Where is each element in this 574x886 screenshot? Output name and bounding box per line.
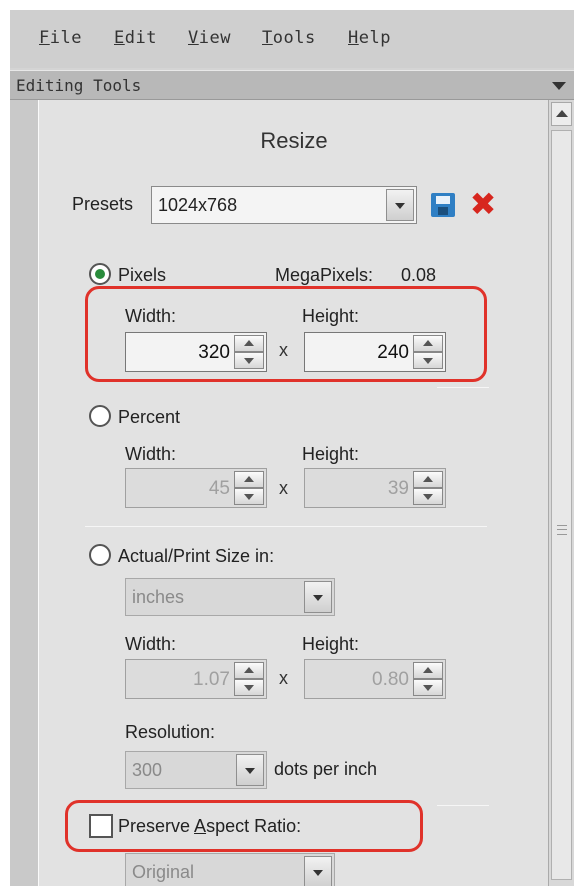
actual-width-label: Width: (125, 634, 177, 654)
left-gutter (10, 100, 38, 886)
unit-dropdown[interactable]: inches (125, 578, 335, 616)
chevron-down-icon[interactable] (304, 856, 332, 886)
aspect-mode-dropdown[interactable]: Original (125, 853, 335, 886)
resolution-value: 300 (132, 760, 163, 780)
presets-label: Presets (72, 194, 134, 214)
triangle-down-icon[interactable] (552, 82, 566, 90)
spin-up-icon[interactable] (413, 662, 443, 679)
separator (437, 805, 489, 806)
chevron-down-icon[interactable] (236, 754, 264, 786)
percent-height-label: Height: (302, 444, 360, 464)
panel-title: Editing Tools (16, 76, 142, 95)
spin-down-icon[interactable] (413, 352, 443, 369)
pixels-height-label: Height: (302, 306, 360, 326)
floppy-disk-icon[interactable] (431, 193, 455, 217)
resolution-dropdown[interactable]: 300 (125, 751, 267, 789)
pixels-height-value: 240 (377, 342, 409, 363)
megapixels-label: MegaPixels: (275, 265, 374, 285)
actual-width-value: 1.07 (193, 669, 230, 690)
actual-times: x (279, 668, 288, 688)
menu-file[interactable]: File (39, 28, 82, 48)
grip-icon (557, 525, 567, 535)
spin-down-icon[interactable] (413, 679, 443, 696)
presets-dropdown[interactable]: 1024x768 (151, 186, 417, 224)
app-window: File Edit View Tools Help Editing Tools … (10, 10, 574, 886)
spin-down-icon[interactable] (413, 488, 443, 505)
spin-down-icon[interactable] (234, 488, 264, 505)
spin-down-icon[interactable] (234, 679, 264, 696)
megapixels-value: 0.08 (401, 265, 437, 285)
percent-width-label: Width: (125, 444, 177, 464)
percent-height-stepper[interactable]: 39 (304, 468, 446, 508)
actual-height-value: 0.80 (372, 669, 409, 690)
actual-size-label: Actual/Print Size in: (118, 546, 275, 566)
scroll-thumb[interactable] (551, 130, 572, 880)
pixels-times: x (279, 340, 288, 360)
resolution-unit-label: dots per inch (274, 759, 378, 779)
delete-icon[interactable]: ✖ (469, 188, 497, 220)
spin-up-icon[interactable] (234, 471, 264, 488)
menu-view[interactable]: View (188, 28, 231, 48)
spin-up-icon[interactable] (234, 662, 264, 679)
pixels-label: Pixels (118, 265, 167, 285)
unit-value: inches (132, 587, 185, 607)
resize-panel: Resize Presets 1024x768 ✖ Pixels MegaPix… (38, 100, 548, 886)
spin-up-icon[interactable] (234, 335, 264, 352)
separator (85, 526, 487, 527)
preserve-aspect-label: Preserve Aspect Ratio: (118, 816, 302, 836)
percent-width-stepper[interactable]: 45 (125, 468, 267, 508)
actual-height-label: Height: (302, 634, 360, 654)
spin-down-icon[interactable] (234, 352, 264, 369)
actual-height-stepper[interactable]: 0.80 (304, 659, 446, 699)
presets-value: 1024x768 (158, 195, 238, 215)
pixels-radio[interactable] (89, 263, 111, 285)
percent-radio[interactable] (89, 405, 111, 427)
separator (437, 387, 489, 388)
percent-label: Percent (118, 407, 181, 427)
resolution-label: Resolution: (125, 722, 216, 742)
spin-up-icon[interactable] (413, 335, 443, 352)
pixels-height-stepper[interactable]: 240 (304, 332, 446, 372)
percent-width-value: 45 (208, 478, 230, 499)
menu-tools[interactable]: Tools (262, 28, 316, 48)
scroll-up-icon[interactable] (551, 102, 572, 126)
preserve-aspect-checkbox[interactable] (89, 814, 113, 838)
menu-bar: File Edit View Tools Help (10, 10, 574, 68)
actual-size-radio[interactable] (89, 544, 111, 566)
menu-edit[interactable]: Edit (114, 28, 157, 48)
panel-heading: Resize (260, 128, 328, 153)
percent-height-value: 39 (387, 478, 409, 499)
chevron-down-icon[interactable] (304, 581, 332, 613)
pixels-width-stepper[interactable]: 320 (125, 332, 267, 372)
pixels-width-value: 320 (198, 342, 230, 363)
pixels-width-label: Width: (125, 306, 177, 326)
chevron-down-icon[interactable] (386, 189, 414, 221)
aspect-mode-value: Original (132, 862, 195, 882)
spin-up-icon[interactable] (413, 471, 443, 488)
actual-width-stepper[interactable]: 1.07 (125, 659, 267, 699)
percent-times: x (279, 478, 288, 498)
panel-header: Editing Tools (10, 70, 574, 100)
vertical-scrollbar[interactable] (548, 100, 574, 886)
menu-help[interactable]: Help (348, 28, 391, 48)
